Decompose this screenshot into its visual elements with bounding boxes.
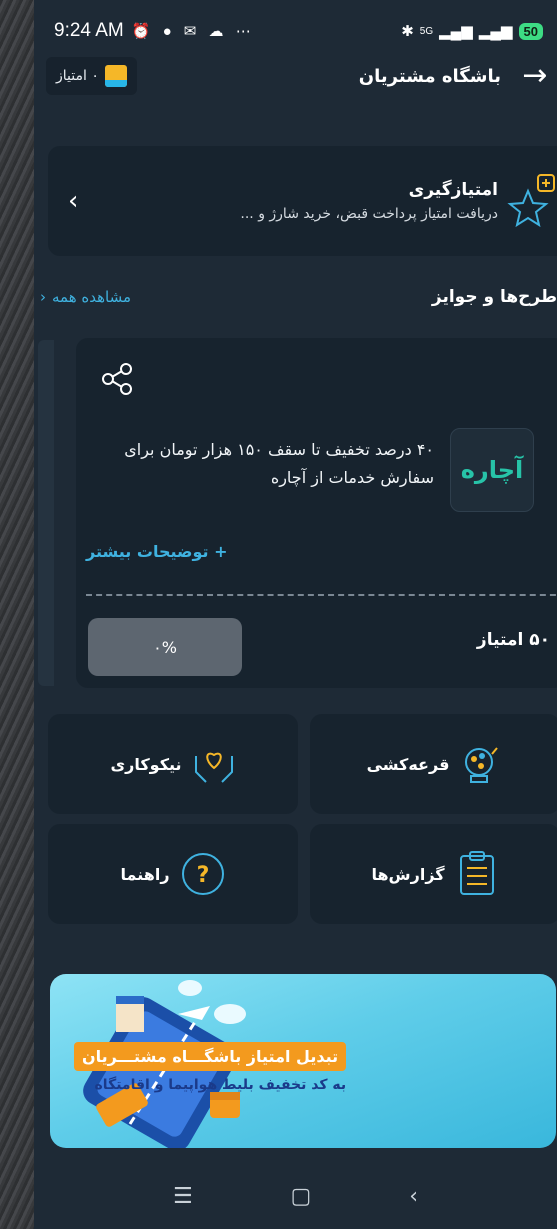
menu-icon[interactable]: ☰ — [173, 1184, 193, 1209]
promo-banner[interactable]: تبدیل امتیاز باشگـــاه مشتـــریان به کد … — [50, 974, 556, 1148]
section-title: طرح‌ها و جوایز — [431, 287, 557, 307]
star-plus-icon — [507, 174, 555, 228]
notification-icons: ⏰ ● ✉ ☁ ⋯ — [131, 23, 255, 40]
system-nav-bar: ☰ ▢ ‹ — [34, 1163, 557, 1229]
tile-charity-label: نیکوکاری — [110, 754, 182, 774]
status-time: 9:24 AM — [54, 20, 124, 41]
tile-reports[interactable]: گزارش‌ها — [310, 824, 557, 924]
gift-icon — [104, 65, 127, 87]
back-arrow-icon[interactable]: → — [515, 61, 555, 91]
divider — [86, 594, 557, 596]
more-info-link[interactable]: + توضیحات بیشتر — [86, 542, 228, 561]
previous-card-peek[interactable] — [38, 340, 54, 686]
page-title: باشگاه مشتریان — [358, 65, 501, 87]
earn-points-card[interactable]: ‹ امتیازگیری دریافت امتیاز پرداخت قبض، خ… — [48, 146, 557, 256]
home-icon[interactable]: ▢ — [291, 1184, 312, 1209]
points-label: ۰ امتیاز — [56, 68, 99, 84]
progress-button[interactable]: ۰% — [88, 618, 242, 676]
signal-icon-2: ▂▄▆ — [478, 23, 513, 40]
offer-cost: ۵۰ امتیاز — [476, 630, 550, 650]
banner-subline: به کد تخفیف بلیط هواپیما و اقامتگاه — [94, 1077, 347, 1093]
battery-indicator: 50 — [518, 22, 543, 40]
see-all-label: مشاهده همه — [52, 288, 132, 306]
offer-description: ۴۰ درصد تخفیف تا سقف ۱۵۰ هزار تومان برای… — [124, 440, 434, 487]
share-icon[interactable] — [100, 362, 134, 396]
tile-guide[interactable]: ? راهنما — [48, 824, 298, 924]
earn-title: امتیازگیری — [408, 180, 498, 200]
tile-reports-label: گزارش‌ها — [371, 864, 445, 884]
points-chip[interactable]: ۰ امتیاز — [46, 57, 137, 95]
phone-screen: 9:24 AM ⏰ ● ✉ ☁ ⋯ ✱ 5G ▂▄▆ ▂▄▆ 50 ۰ امتی… — [34, 0, 557, 1229]
lottery-icon — [465, 747, 499, 783]
see-all-link[interactable]: مشاهده همه ‹ — [40, 288, 131, 306]
back-icon[interactable]: ‹ — [409, 1184, 418, 1209]
clipboard-icon — [459, 851, 494, 895]
tile-charity[interactable]: نیکوکاری — [48, 714, 298, 814]
tile-guide-label: راهنما — [120, 864, 170, 884]
chevron-left-icon: ‹ — [68, 186, 79, 216]
offer-card[interactable]: آچاره ۴۰ درصد تخفیف تا سقف ۱۵۰ هزار توما… — [76, 338, 557, 688]
earn-subtitle: دریافت امتیاز پرداخت قبض، خرید شارژ و ..… — [240, 206, 498, 222]
tile-lottery[interactable]: قرعه‌کشی — [310, 714, 557, 814]
bluetooth-icon: ✱ — [401, 23, 414, 40]
heart-hands-icon — [194, 752, 233, 783]
banner-headline: تبدیل امتیاز باشگـــاه مشتـــریان — [74, 1042, 347, 1071]
rewards-section-header: مشاهده همه ‹ طرح‌ها و جوایز — [34, 280, 557, 314]
tile-lottery-label: قرعه‌کشی — [366, 754, 450, 774]
help-icon: ? — [181, 853, 224, 895]
app-bar: ۰ امتیاز باشگاه مشتریان → — [34, 48, 557, 104]
network-label: 5G — [419, 25, 434, 37]
background-texture — [0, 0, 34, 1229]
signal-icon: ▂▄▆ — [439, 23, 473, 40]
partner-logo: آچاره — [450, 428, 534, 512]
chevron-left-icon: ‹ — [40, 288, 46, 306]
svg-text:?: ? — [196, 863, 209, 888]
